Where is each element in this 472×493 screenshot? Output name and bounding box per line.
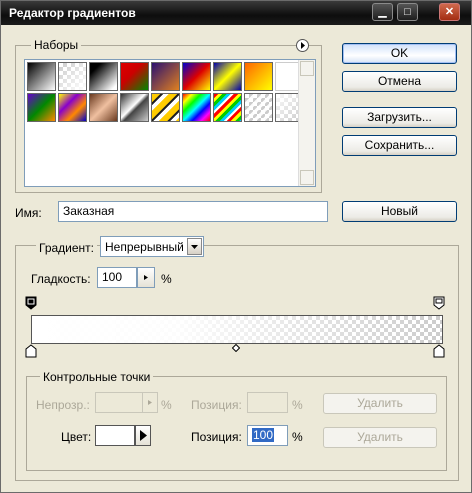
minimize-button[interactable]: ▁ [372,3,393,21]
color-position-value: 100 [252,428,275,442]
gradient-editor-window: Редактор градиентов ▁ □ ✕ Наборы OK Отме… [0,0,472,493]
scroll-down-button[interactable] [300,170,314,185]
minimize-icon: ▁ [378,6,387,18]
midpoint-diamond[interactable] [231,341,241,353]
preset-swatch[interactable] [182,62,211,91]
close-icon: ✕ [444,6,455,18]
ok-button[interactable]: OK [342,43,457,64]
preset-swatch[interactable] [89,62,118,91]
close-button[interactable]: ✕ [439,3,460,21]
gradient-preview-bar[interactable] [31,315,443,344]
presets-list [24,59,316,187]
preset-swatch[interactable] [58,93,87,122]
opacity-slider-button[interactable] [142,392,158,413]
opacity-input[interactable] [95,392,145,413]
smoothness-slider-button[interactable] [137,267,155,288]
play-right-icon [301,42,305,49]
preset-swatch[interactable] [120,62,149,91]
preset-swatch[interactable] [151,93,180,122]
preset-swatch[interactable] [244,62,273,91]
opacity-position-unit: % [292,398,303,412]
play-right-icon [144,275,148,280]
maximize-icon: □ [404,6,411,18]
color-menu-button[interactable] [135,425,151,446]
opacity-stop-icon [25,296,37,310]
presets-label: Наборы [31,38,82,52]
chevron-down-icon [191,245,198,249]
diamond-icon [231,343,241,353]
opacity-unit: % [161,398,172,412]
new-button[interactable]: Новый [342,201,457,222]
preset-swatch[interactable] [213,62,242,91]
dropdown-button[interactable] [187,238,202,255]
color-stop-icon [433,344,445,358]
color-stop-right[interactable] [433,344,445,358]
preset-swatch[interactable] [89,93,118,122]
presets-scrollbar[interactable] [298,60,315,186]
opacity-stop-icon [433,296,445,310]
opacity-stop-left[interactable] [25,296,37,310]
maximize-button[interactable]: □ [397,3,418,21]
preset-swatch[interactable] [27,62,56,91]
cancel-button[interactable]: Отмена [342,71,457,92]
preset-swatch[interactable] [27,93,56,122]
opacity-position-label: Позиция: [191,398,242,412]
opacity-stop-right[interactable] [433,296,445,310]
color-stop-left[interactable] [25,344,37,358]
gradient-type-select[interactable]: Непрерывный [100,236,204,257]
load-button[interactable]: Загрузить... [342,107,457,128]
opacity-label: Непрозр.: [36,398,90,412]
opacity-position-input[interactable] [247,392,288,413]
preset-swatch[interactable] [244,93,273,122]
scroll-up-button[interactable] [300,61,314,76]
save-button[interactable]: Сохранить... [342,135,457,156]
smoothness-unit: % [161,272,172,286]
play-right-icon [148,400,152,405]
gradient-type-value: Непрерывный [105,240,184,254]
opacity-delete-button[interactable]: Удалить [323,393,437,414]
color-swatch[interactable] [95,425,135,446]
gradient-type-label: Градиент: [36,241,98,255]
stops-legend: Контрольные точки [40,370,154,384]
presets-menu-button[interactable] [296,39,309,52]
window-title: Редактор градиентов [9,6,136,20]
play-right-icon [140,430,147,441]
name-input[interactable]: Заказная [58,201,328,222]
preset-swatch[interactable] [151,62,180,91]
smoothness-input[interactable]: 100 [97,267,137,288]
color-position-input[interactable]: 100 [247,425,288,446]
stops-group [26,376,447,471]
color-label: Цвет: [61,430,92,444]
preset-swatch[interactable] [213,93,242,122]
preset-swatch[interactable] [182,93,211,122]
color-delete-button[interactable]: Удалить [323,427,437,448]
preset-swatch[interactable] [58,62,87,91]
name-label: Имя: [15,206,42,220]
color-position-unit: % [292,430,303,444]
title-bar[interactable]: Редактор градиентов ▁ □ ✕ [1,1,471,25]
color-stop-icon [25,344,37,358]
smoothness-label: Гладкость: [31,272,91,286]
color-position-label: Позиция: [191,430,242,444]
preset-swatch[interactable] [120,93,149,122]
